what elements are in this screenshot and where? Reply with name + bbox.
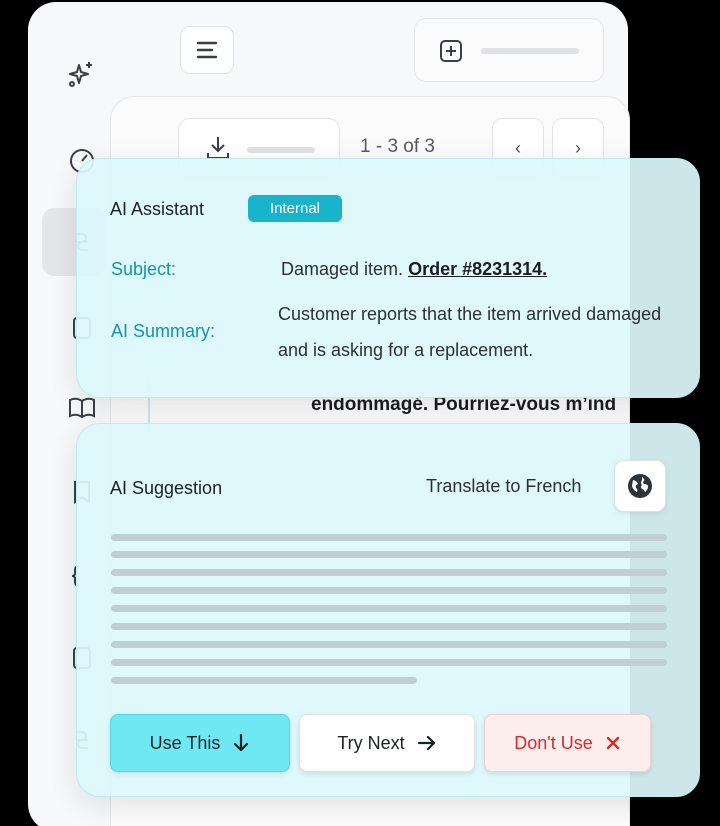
suggestion-text-line (111, 587, 667, 594)
pagination-range: 1 - 3 of 3 (360, 136, 435, 157)
label-placeholder (247, 147, 315, 153)
chevron-right-icon: › (575, 137, 581, 158)
menu-button[interactable] (180, 26, 234, 74)
sparkles-icon[interactable] (66, 58, 98, 90)
dont-use-label: Don't Use (514, 732, 593, 753)
ai-assistant-card: AI Assistant Internal Subject: Damaged i… (76, 158, 700, 398)
subject-label: Subject: (111, 259, 177, 279)
ai-suggestion-card: AI Suggestion Translate to French Use Th… (76, 423, 700, 797)
globe-icon (628, 474, 652, 498)
new-item-button[interactable] (414, 18, 604, 82)
try-next-label: Try Next (337, 732, 405, 753)
suggestion-text-line (111, 677, 417, 684)
suggestion-text-line (111, 534, 667, 541)
suggestion-text-line (111, 623, 667, 630)
ai-summary-text: Customer reports that the item arrived d… (278, 304, 662, 360)
suggestion-text-line (111, 605, 667, 612)
arrow-down-icon (234, 733, 249, 752)
try-next-button[interactable]: Try Next (299, 714, 475, 772)
suggestion-text-line (111, 551, 667, 558)
subject-text: Damaged item. (281, 259, 404, 279)
internal-badge: Internal (248, 195, 342, 222)
use-this-label: Use This (149, 732, 221, 753)
translate-label: Translate to French (426, 476, 582, 496)
ai-summary-label: AI Summary: (111, 321, 216, 341)
ai-assistant-title: AI Assistant (110, 199, 205, 219)
close-icon (606, 736, 619, 750)
arrow-right-icon (417, 735, 435, 751)
translate-button[interactable] (614, 460, 666, 512)
hamburger-icon (196, 41, 218, 59)
suggestion-text-line (111, 659, 667, 666)
suggestion-text-line (111, 641, 667, 648)
suggestion-text-line (111, 569, 667, 576)
order-link[interactable]: Order #8231314. (408, 259, 547, 279)
plus-square-icon (440, 40, 462, 62)
ai-suggestion-title: AI Suggestion (110, 478, 223, 498)
chevron-left-icon: ‹ (515, 137, 521, 158)
dont-use-button[interactable]: Don't Use (484, 714, 651, 772)
label-placeholder (481, 48, 579, 54)
subject-value: Damaged item. Order #8231314. (281, 259, 547, 280)
use-this-button[interactable]: Use This (110, 714, 290, 772)
